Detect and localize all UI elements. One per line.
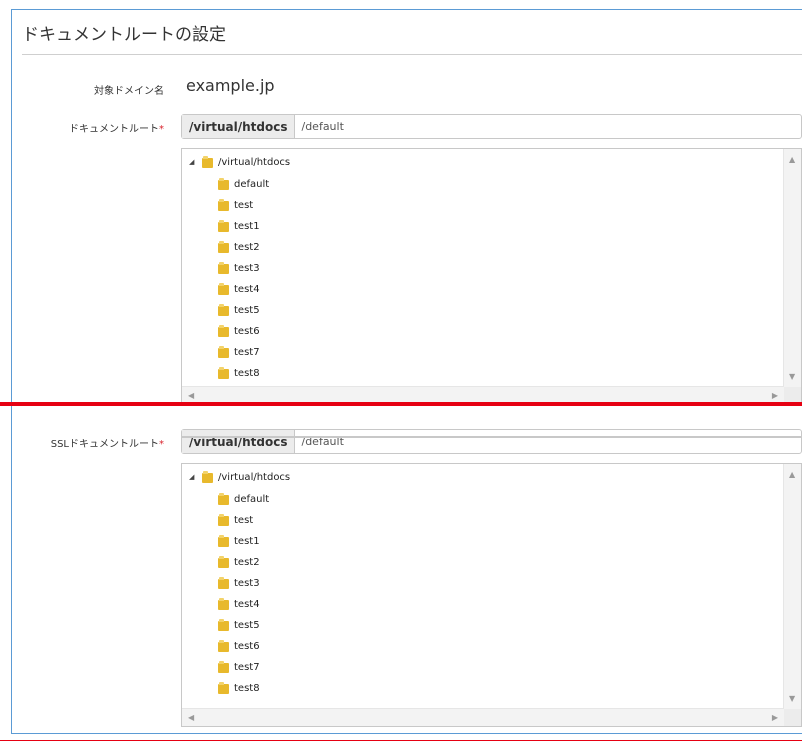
tree-node-folder[interactable]: test1 bbox=[218, 533, 260, 549]
tree-node-folder[interactable]: test7 bbox=[218, 659, 260, 675]
scroll-right-arrow-icon[interactable]: ▶ bbox=[772, 391, 778, 401]
scroll-left-arrow-icon[interactable]: ◀ bbox=[188, 713, 194, 723]
docroot-path-input-group: /virtual/htdocs bbox=[181, 114, 802, 139]
tree-node-root[interactable]: /virtual/htdocs bbox=[202, 469, 290, 485]
tree-node-folder[interactable]: test6 bbox=[218, 638, 260, 654]
folder-icon bbox=[218, 598, 229, 610]
bottom-red-line bbox=[0, 740, 802, 741]
horizontal-scrollbar[interactable]: ◀ ▶ bbox=[182, 708, 784, 726]
vertical-scrollbar[interactable]: ▲ ▼ bbox=[783, 149, 801, 387]
scroll-down-arrow-icon[interactable]: ▼ bbox=[789, 372, 795, 382]
docroot-folder-tree[interactable]: ◢ /virtual/htdocs default test test1 tes… bbox=[181, 148, 802, 405]
title-divider bbox=[22, 54, 802, 55]
folder-icon bbox=[218, 535, 229, 547]
scroll-right-arrow-icon[interactable]: ▶ bbox=[772, 713, 778, 723]
ssl-docroot-tree-content: ◢ /virtual/htdocs default test test1 tes… bbox=[182, 464, 784, 709]
folder-icon bbox=[218, 199, 229, 211]
docroot-label: ドキュメントルート* bbox=[69, 124, 164, 135]
scroll-down-arrow-icon[interactable]: ▼ bbox=[789, 694, 795, 704]
tree-node-folder[interactable]: test2 bbox=[218, 554, 260, 570]
folder-icon bbox=[218, 262, 229, 274]
tree-node-folder[interactable]: default bbox=[218, 176, 269, 192]
folder-icon bbox=[218, 367, 229, 379]
tree-node-root[interactable]: /virtual/htdocs bbox=[202, 154, 290, 170]
scrollbar-corner bbox=[784, 709, 801, 726]
folder-icon bbox=[218, 304, 229, 316]
docroot-tree-content: ◢ /virtual/htdocs default test test1 tes… bbox=[182, 149, 784, 387]
folder-icon bbox=[218, 283, 229, 295]
folder-icon bbox=[218, 556, 229, 568]
tree-node-folder[interactable]: test7 bbox=[218, 344, 260, 360]
folder-icon bbox=[218, 346, 229, 358]
tree-node-folder[interactable]: test3 bbox=[218, 260, 260, 276]
folder-icon bbox=[218, 640, 229, 652]
tree-node-folder[interactable]: test5 bbox=[218, 302, 260, 318]
tree-node-folder[interactable]: test8 bbox=[218, 365, 260, 381]
tree-node-folder[interactable]: test2 bbox=[218, 239, 260, 255]
folder-icon bbox=[218, 682, 229, 694]
folder-icon bbox=[202, 156, 213, 168]
unused bbox=[181, 436, 802, 438]
ssl-docroot-path-field[interactable] bbox=[295, 430, 801, 453]
domain-label: 対象ドメイン名 bbox=[94, 86, 164, 97]
vertical-scrollbar[interactable]: ▲ ▼ bbox=[783, 464, 801, 709]
docroot-path-prefix: /virtual/htdocs bbox=[182, 115, 296, 138]
domain-value: example.jp bbox=[186, 76, 275, 95]
collapse-triangle-icon[interactable]: ◢ bbox=[189, 473, 194, 481]
ssl-docroot-path-input-group: /virtual/htdocs bbox=[181, 429, 802, 454]
folder-icon bbox=[218, 619, 229, 631]
tree-node-folder[interactable]: test6 bbox=[218, 323, 260, 339]
folder-icon bbox=[218, 325, 229, 337]
tree-node-folder[interactable]: test4 bbox=[218, 281, 260, 297]
folder-icon bbox=[218, 577, 229, 589]
tree-node-folder[interactable]: test1 bbox=[218, 218, 260, 234]
required-mark: * bbox=[159, 439, 164, 450]
tree-node-folder[interactable]: test5 bbox=[218, 617, 260, 633]
scroll-up-arrow-icon[interactable]: ▲ bbox=[789, 470, 795, 480]
tree-node-folder[interactable]: test8 bbox=[218, 680, 260, 696]
collapse-triangle-icon[interactable]: ◢ bbox=[189, 158, 194, 166]
tree-node-folder[interactable]: test4 bbox=[218, 596, 260, 612]
scroll-up-arrow-icon[interactable]: ▲ bbox=[789, 155, 795, 165]
folder-icon bbox=[218, 493, 229, 505]
folder-icon bbox=[218, 220, 229, 232]
tree-node-folder[interactable]: test bbox=[218, 197, 253, 213]
folder-icon bbox=[218, 661, 229, 673]
docroot-path-field[interactable] bbox=[295, 115, 801, 138]
red-divider-line bbox=[0, 402, 802, 406]
folder-icon bbox=[218, 514, 229, 526]
folder-icon bbox=[218, 241, 229, 253]
required-mark: * bbox=[159, 124, 164, 135]
tree-node-folder[interactable]: test bbox=[218, 512, 253, 528]
tree-node-folder[interactable]: default bbox=[218, 491, 269, 507]
ssl-docroot-label: SSLドキュメントルート* bbox=[50, 439, 164, 450]
scroll-left-arrow-icon[interactable]: ◀ bbox=[188, 391, 194, 401]
panel-title: ドキュメントルートの設定 bbox=[22, 25, 226, 45]
ssl-docroot-folder-tree[interactable]: ◢ /virtual/htdocs default test test1 tes… bbox=[181, 463, 802, 727]
folder-icon bbox=[202, 471, 213, 483]
ssl-docroot-path-prefix: /virtual/htdocs bbox=[182, 430, 296, 453]
folder-icon bbox=[218, 178, 229, 190]
tree-node-folder[interactable]: test3 bbox=[218, 575, 260, 591]
